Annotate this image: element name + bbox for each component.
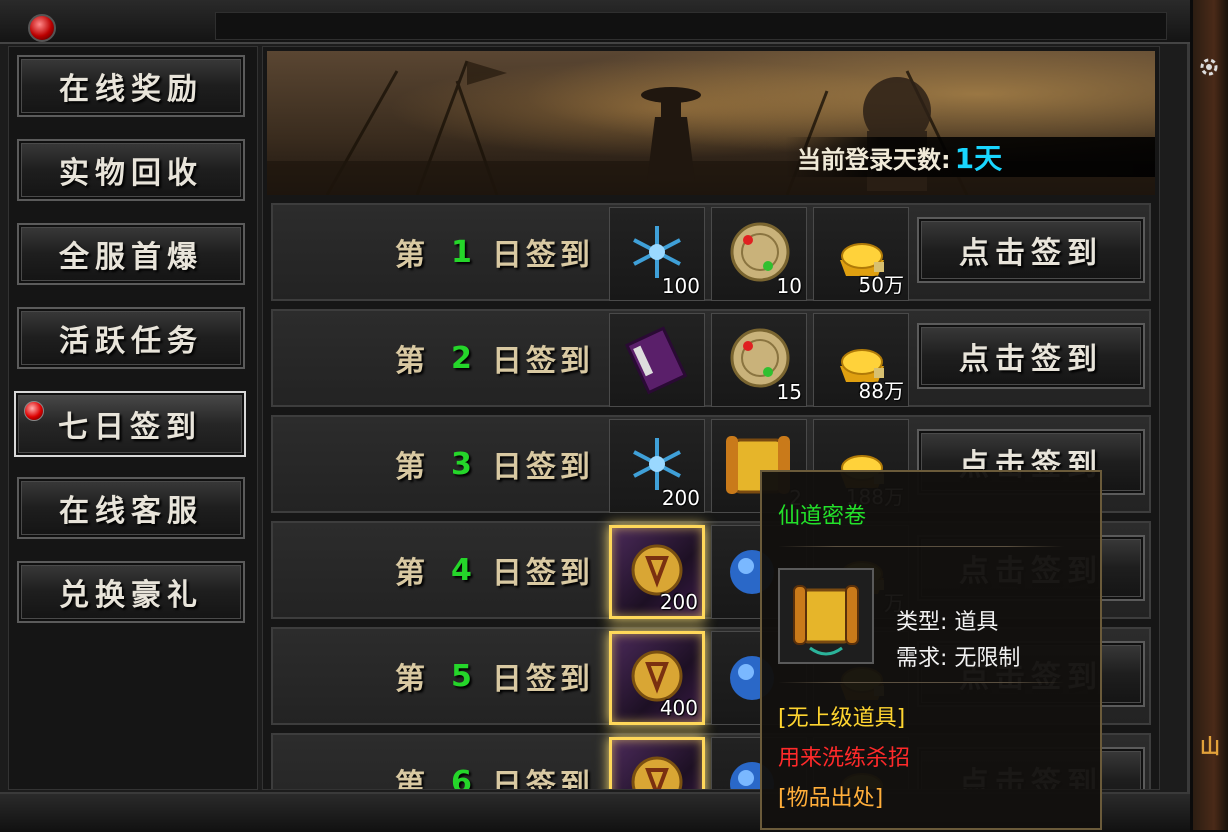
reward-count: 200: [661, 486, 700, 510]
sidebar-item-label: 兑换豪礼: [59, 578, 203, 613]
sidebar-item-redeem-gifts[interactable]: 兑换豪礼: [17, 561, 245, 623]
tooltip-grade: [无上级道具]: [778, 706, 906, 731]
tooltip-usage: 用来洗练杀招: [778, 746, 911, 771]
sidebar: 在线奖励 实物回收 全服首爆 活跃任务 七日签到 在线客服 兑换豪礼: [8, 46, 258, 790]
reward-count: 100: [661, 274, 700, 298]
reward-count: 88万: [858, 379, 904, 403]
reward-slot[interactable]: 15: [711, 313, 807, 407]
title-bar: [0, 0, 1190, 44]
reward-slot[interactable]: 10: [711, 207, 807, 301]
sidebar-item-label: 七日签到: [58, 410, 202, 445]
reward-slot[interactable]: 100: [609, 207, 705, 301]
login-days-value: 1天: [954, 142, 1003, 175]
row-suffix: 日签到: [491, 556, 594, 591]
sidebar-item-item-recycle[interactable]: 实物回收: [17, 139, 245, 201]
sidebar-item-label: 活跃任务: [59, 324, 203, 359]
sidebar-item-active-tasks[interactable]: 活跃任务: [17, 307, 245, 369]
tooltip-item-name: 仙道密卷: [778, 504, 867, 529]
golden-scroll-icon: [778, 568, 874, 664]
sidebar-item-label: 在线奖励: [59, 72, 203, 107]
sidebar-item-label: 全服首爆: [59, 240, 203, 275]
tooltip-type: 类型: 道具: [896, 610, 999, 635]
row-prefix: 第: [395, 768, 429, 790]
warrior-silhouette: [641, 87, 701, 181]
row-day-number: 5: [451, 658, 472, 694]
sidebar-item-first-drop[interactable]: 全服首爆: [17, 223, 245, 285]
login-days-label: 当前登录天数:: [797, 145, 951, 174]
red-gem-icon: [24, 401, 44, 421]
tooltip-divider: [778, 682, 1064, 683]
row-label: 第 3 日签到: [395, 417, 605, 511]
row-label: 第 5 日签到: [395, 629, 605, 723]
row-day-number: 6: [451, 764, 472, 790]
row-prefix: 第: [395, 662, 429, 697]
sidebar-item-label: 在线客服: [59, 494, 203, 529]
row-label: 第 6 日签到: [395, 735, 605, 790]
signin-button[interactable]: 点击签到: [917, 323, 1145, 389]
tooltip-divider: [778, 546, 1064, 547]
sidebar-item-customer-service[interactable]: 在线客服: [17, 477, 245, 539]
banner-image: 当前登录天数: 1天: [267, 51, 1155, 195]
tooltip-source: [物品出处]: [778, 786, 884, 811]
row-label: 第 1 日签到: [395, 205, 605, 299]
signin-row: 第 2 日签到 15 88万 点击签到: [271, 309, 1151, 407]
row-label: 第 4 日签到: [395, 523, 605, 617]
game-world-edge: [1193, 0, 1228, 830]
reward-slot[interactable]: 200: [609, 525, 705, 619]
row-day-number: 4: [451, 552, 472, 588]
reward-count: 400: [659, 696, 698, 720]
reward-slot[interactable]: 200: [609, 419, 705, 513]
reward-slot[interactable]: 88万: [813, 313, 909, 407]
row-suffix: 日签到: [491, 238, 594, 273]
sidebar-item-online-reward[interactable]: 在线奖励: [17, 55, 245, 117]
reward-count: 15: [776, 380, 802, 404]
row-label: 第 2 日签到: [395, 311, 605, 405]
reward-slot[interactable]: 50万: [813, 207, 909, 301]
row-suffix: 日签到: [491, 768, 594, 790]
red-gem-icon: [28, 14, 56, 42]
row-prefix: 第: [395, 238, 429, 273]
tooltip-requirement: 需求: 无限制: [896, 646, 1021, 671]
edge-text: 山: [1200, 734, 1220, 758]
reward-count: 10: [776, 274, 802, 298]
row-suffix: 日签到: [491, 662, 594, 697]
reward-count: 200: [659, 590, 698, 614]
title-bar-strip: [215, 12, 1167, 40]
login-days-display: 当前登录天数: 1天: [785, 137, 1155, 177]
reward-slot[interactable]: [609, 737, 705, 789]
signin-button-label: 点击签到: [959, 342, 1103, 377]
item-tooltip: 仙道密卷 类型: 道具 需求: 无限制 [无上级道具] 用来洗练杀招 [物品出处…: [760, 470, 1102, 830]
row-prefix: 第: [395, 556, 429, 591]
reward-slot[interactable]: 400: [609, 631, 705, 725]
row-prefix: 第: [395, 344, 429, 379]
reward-slot[interactable]: [609, 313, 705, 407]
signin-button-label: 点击签到: [959, 236, 1103, 271]
sidebar-item-seven-day-signin[interactable]: 七日签到: [14, 391, 246, 457]
row-day-number: 1: [451, 234, 472, 270]
row-prefix: 第: [395, 450, 429, 485]
signin-button[interactable]: 点击签到: [917, 217, 1145, 283]
row-suffix: 日签到: [491, 450, 594, 485]
settings-gear-icon[interactable]: [1198, 56, 1220, 78]
row-suffix: 日签到: [491, 344, 594, 379]
sidebar-item-label: 实物回收: [59, 156, 203, 191]
reward-count: 50万: [858, 273, 904, 297]
signin-row: 第 1 日签到 100 10 50万 点击签到: [271, 203, 1151, 301]
row-day-number: 2: [451, 340, 472, 376]
row-day-number: 3: [451, 446, 472, 482]
